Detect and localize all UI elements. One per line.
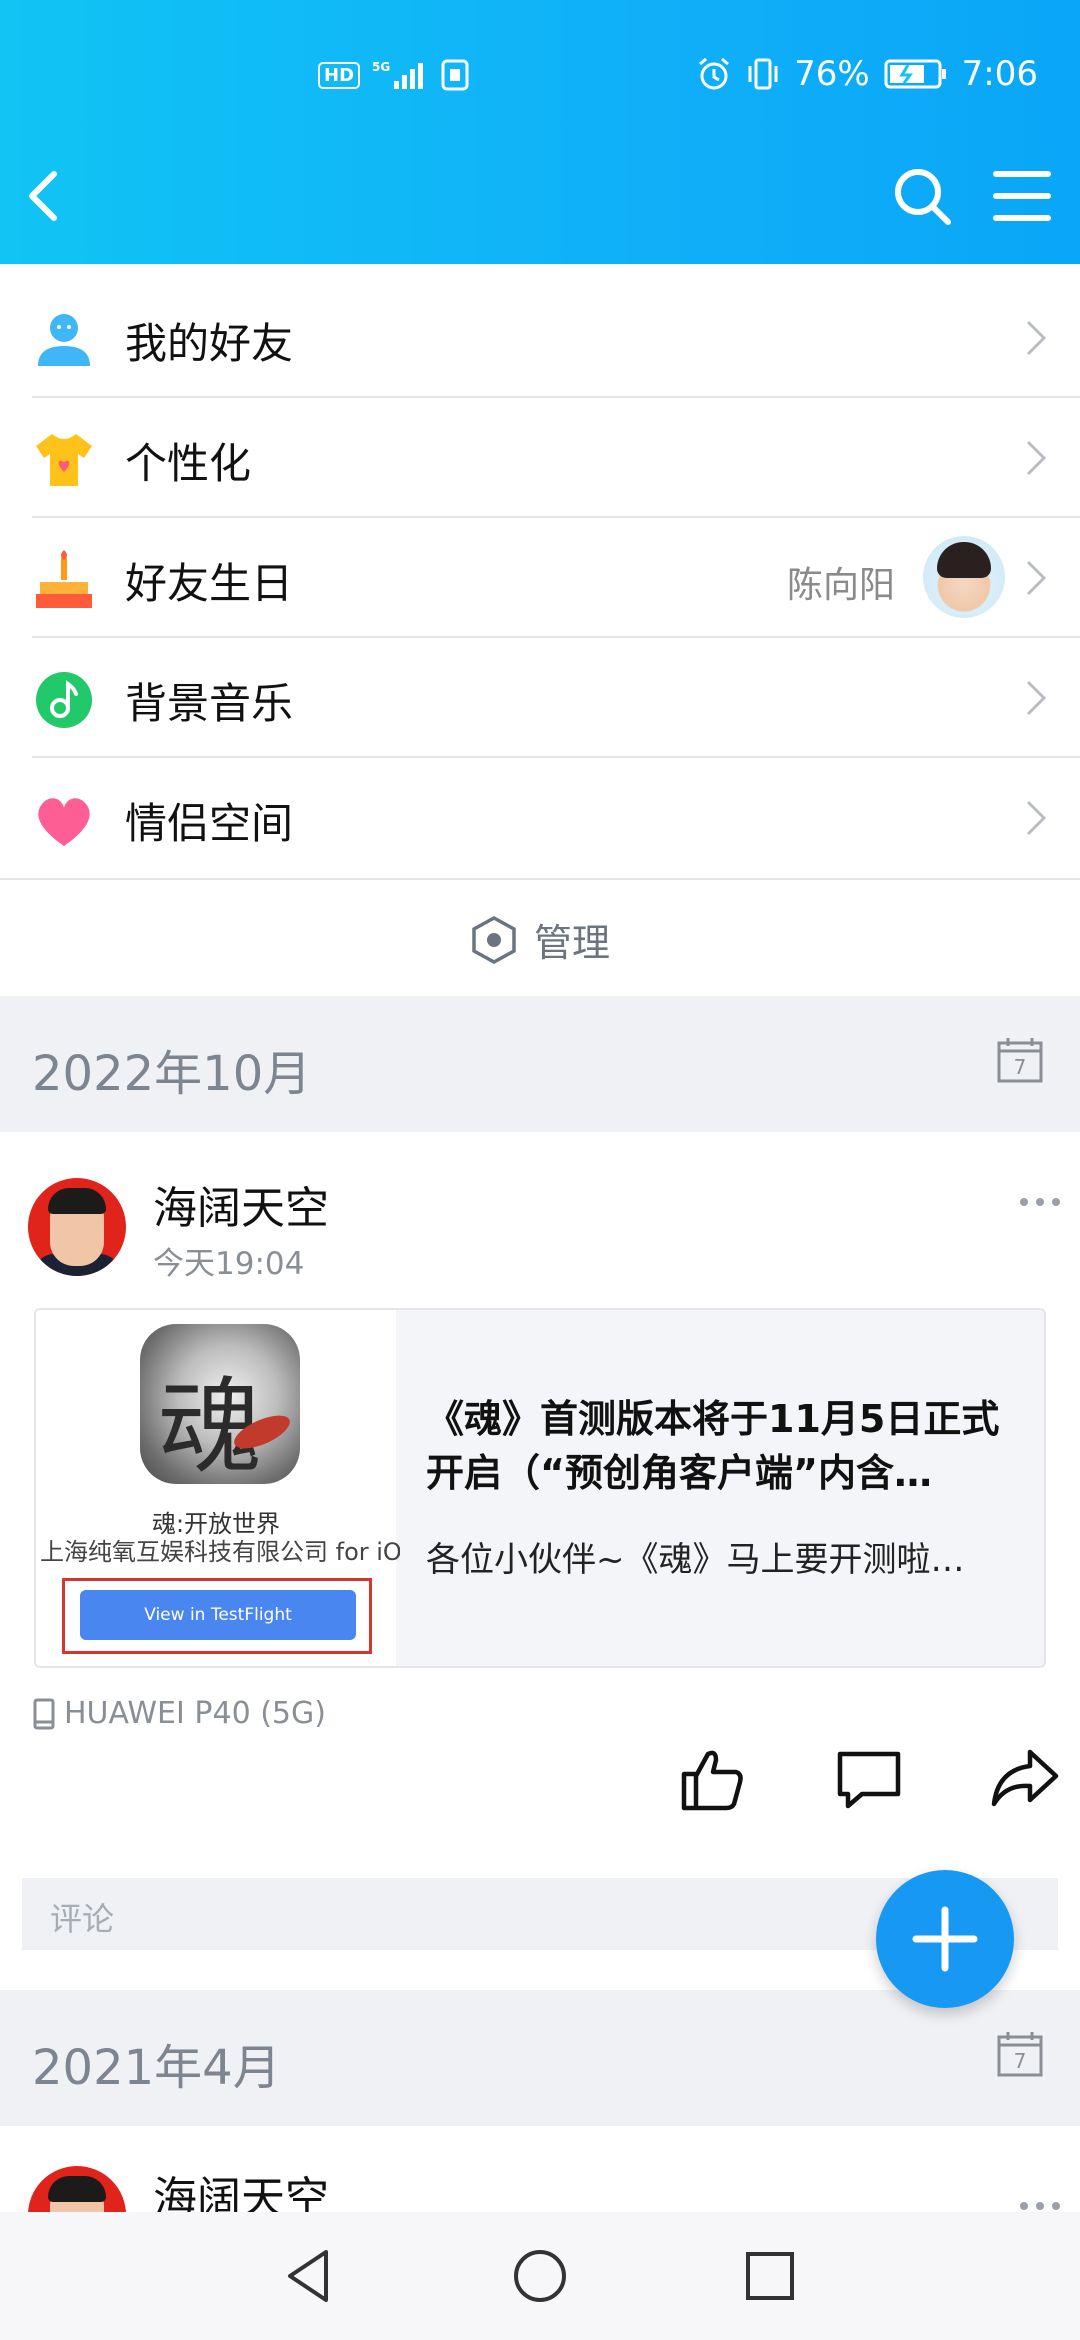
- status-right: 76% 7:06: [696, 54, 1038, 94]
- birthday-friend-name: 陈向阳: [786, 565, 895, 606]
- menu-item-label: 我的好友: [125, 319, 294, 368]
- menu-item-label: 好友生日: [125, 559, 294, 608]
- tshirt-icon: [36, 434, 92, 486]
- svg-text:7: 7: [1014, 2049, 1027, 2073]
- month-title: 2021年4月: [32, 2040, 281, 2096]
- hamburger-menu-icon: [993, 171, 1051, 221]
- link-description: 各位小伙伴~《魂》马上要开测啦…: [426, 1540, 965, 1580]
- chevron-right-icon: [1026, 800, 1047, 836]
- menu-item-label: 个性化: [125, 439, 252, 488]
- sim-icon: [441, 59, 469, 91]
- shared-link-card[interactable]: 魂 魂:开放世界 上海纯氧互娱科技有限公司 for iOS View in Te…: [34, 1308, 1046, 1668]
- thumb-app-company: 上海纯氧互娱科技有限公司 for iOS: [40, 1538, 400, 1566]
- search-icon: [895, 169, 951, 225]
- calendar-icon[interactable]: 7: [996, 1036, 1044, 1084]
- device-info: HUAWEI P40 (5G): [32, 1696, 326, 1731]
- calendar-icon[interactable]: 7: [996, 2030, 1044, 2078]
- phone-icon: [33, 1698, 55, 1729]
- chevron-right-icon: [1026, 680, 1047, 716]
- device-name: HUAWEI P40 (5G): [64, 1696, 326, 1731]
- chevron-right-icon: [1026, 320, 1047, 356]
- status-bar: HD 5G 76% 7:06: [0, 50, 1080, 110]
- profile-menu-list: 我的好友 个性化 好友生日 陈向阳 背景音乐 情侣空间: [0, 278, 1080, 878]
- post-time: 今天19:04: [153, 1246, 305, 1282]
- friend-icon: [38, 314, 90, 366]
- author-name[interactable]: 海阔天空: [153, 2162, 329, 2212]
- music-icon: [36, 672, 92, 728]
- menu-item-my-friends[interactable]: 我的好友: [0, 278, 1080, 398]
- menu-button[interactable]: [990, 164, 1054, 228]
- comment-placeholder: 评论: [50, 1900, 115, 1938]
- network-label: 5G: [372, 60, 390, 74]
- search-button[interactable]: [890, 164, 954, 228]
- feed-post: 海阔天空: [0, 2126, 1080, 2212]
- nav-back-icon[interactable]: [280, 2246, 340, 2306]
- link-title: 《魂》首测版本将于11月5日正式开启（“预创角客户端”内含…: [426, 1397, 1000, 1495]
- menu-item-personalize[interactable]: 个性化: [0, 398, 1080, 518]
- add-post-button[interactable]: [876, 1870, 1014, 2008]
- month-header: 2021年4月 7: [0, 1990, 1080, 2126]
- feed-post: 海阔天空 今天19:04 魂 魂:开放世界 上海纯氧互娱科技有限公司 for i…: [0, 1132, 1080, 1990]
- author-name[interactable]: 海阔天空: [153, 1172, 329, 1236]
- birthday-friend-avatar: [923, 536, 1005, 618]
- menu-item-label: 背景音乐: [125, 679, 294, 728]
- cake-icon: [36, 550, 92, 608]
- menu-item-friend-birthday[interactable]: 好友生日 陈向阳: [0, 518, 1080, 638]
- more-options-icon[interactable]: [1016, 1192, 1064, 1212]
- battery-icon: [884, 59, 946, 89]
- hexagon-settings-icon: [472, 915, 516, 964]
- menu-item-label: 情侣空间: [125, 799, 294, 848]
- back-button[interactable]: [18, 164, 78, 228]
- month-title: 2022年10月: [32, 1046, 312, 1102]
- menu-item-background-music[interactable]: 背景音乐: [0, 638, 1080, 758]
- nav-home-icon[interactable]: [510, 2246, 570, 2306]
- alarm-icon: [699, 57, 730, 90]
- like-icon[interactable]: [678, 1744, 748, 1814]
- menu-item-couple-space[interactable]: 情侣空间: [0, 758, 1080, 878]
- month-header: 2022年10月 7: [0, 996, 1080, 1132]
- more-options-icon[interactable]: [1016, 2196, 1064, 2212]
- heart-icon: [38, 798, 90, 846]
- manage-label: 管理: [534, 921, 611, 965]
- chevron-right-icon: [1026, 560, 1047, 596]
- status-network: HD 5G: [318, 58, 470, 92]
- nav-bar: [0, 156, 1080, 236]
- share-icon[interactable]: [990, 1744, 1060, 1814]
- chevron-right-icon: [1026, 440, 1047, 476]
- vibrate-icon: [748, 58, 778, 90]
- author-avatar[interactable]: [28, 1178, 126, 1276]
- author-avatar[interactable]: [28, 2166, 126, 2212]
- clock-time: 7:06: [961, 54, 1038, 94]
- back-arrow-icon: [29, 171, 57, 221]
- svg-text:7: 7: [1014, 1055, 1027, 1079]
- link-thumbnail: 魂 魂:开放世界 上海纯氧互娱科技有限公司 for iOS View in Te…: [36, 1310, 400, 1666]
- battery-percent: 76%: [794, 54, 870, 94]
- system-navigation-bar: [0, 2212, 1080, 2340]
- testflight-button: View in TestFlight: [80, 1590, 356, 1640]
- hd-badge: HD: [318, 61, 361, 89]
- manage-button[interactable]: 管理: [0, 878, 1080, 996]
- app-icon-image: 魂: [140, 1324, 300, 1484]
- signal-icon: 5G: [372, 60, 424, 89]
- app-icon-glyph: 魂: [158, 1366, 263, 1484]
- nav-recents-icon[interactable]: [740, 2246, 800, 2306]
- plus-icon: [912, 1906, 978, 1972]
- app-header: HD 5G 76% 7:06: [0, 0, 1080, 264]
- comment-icon[interactable]: [834, 1744, 904, 1814]
